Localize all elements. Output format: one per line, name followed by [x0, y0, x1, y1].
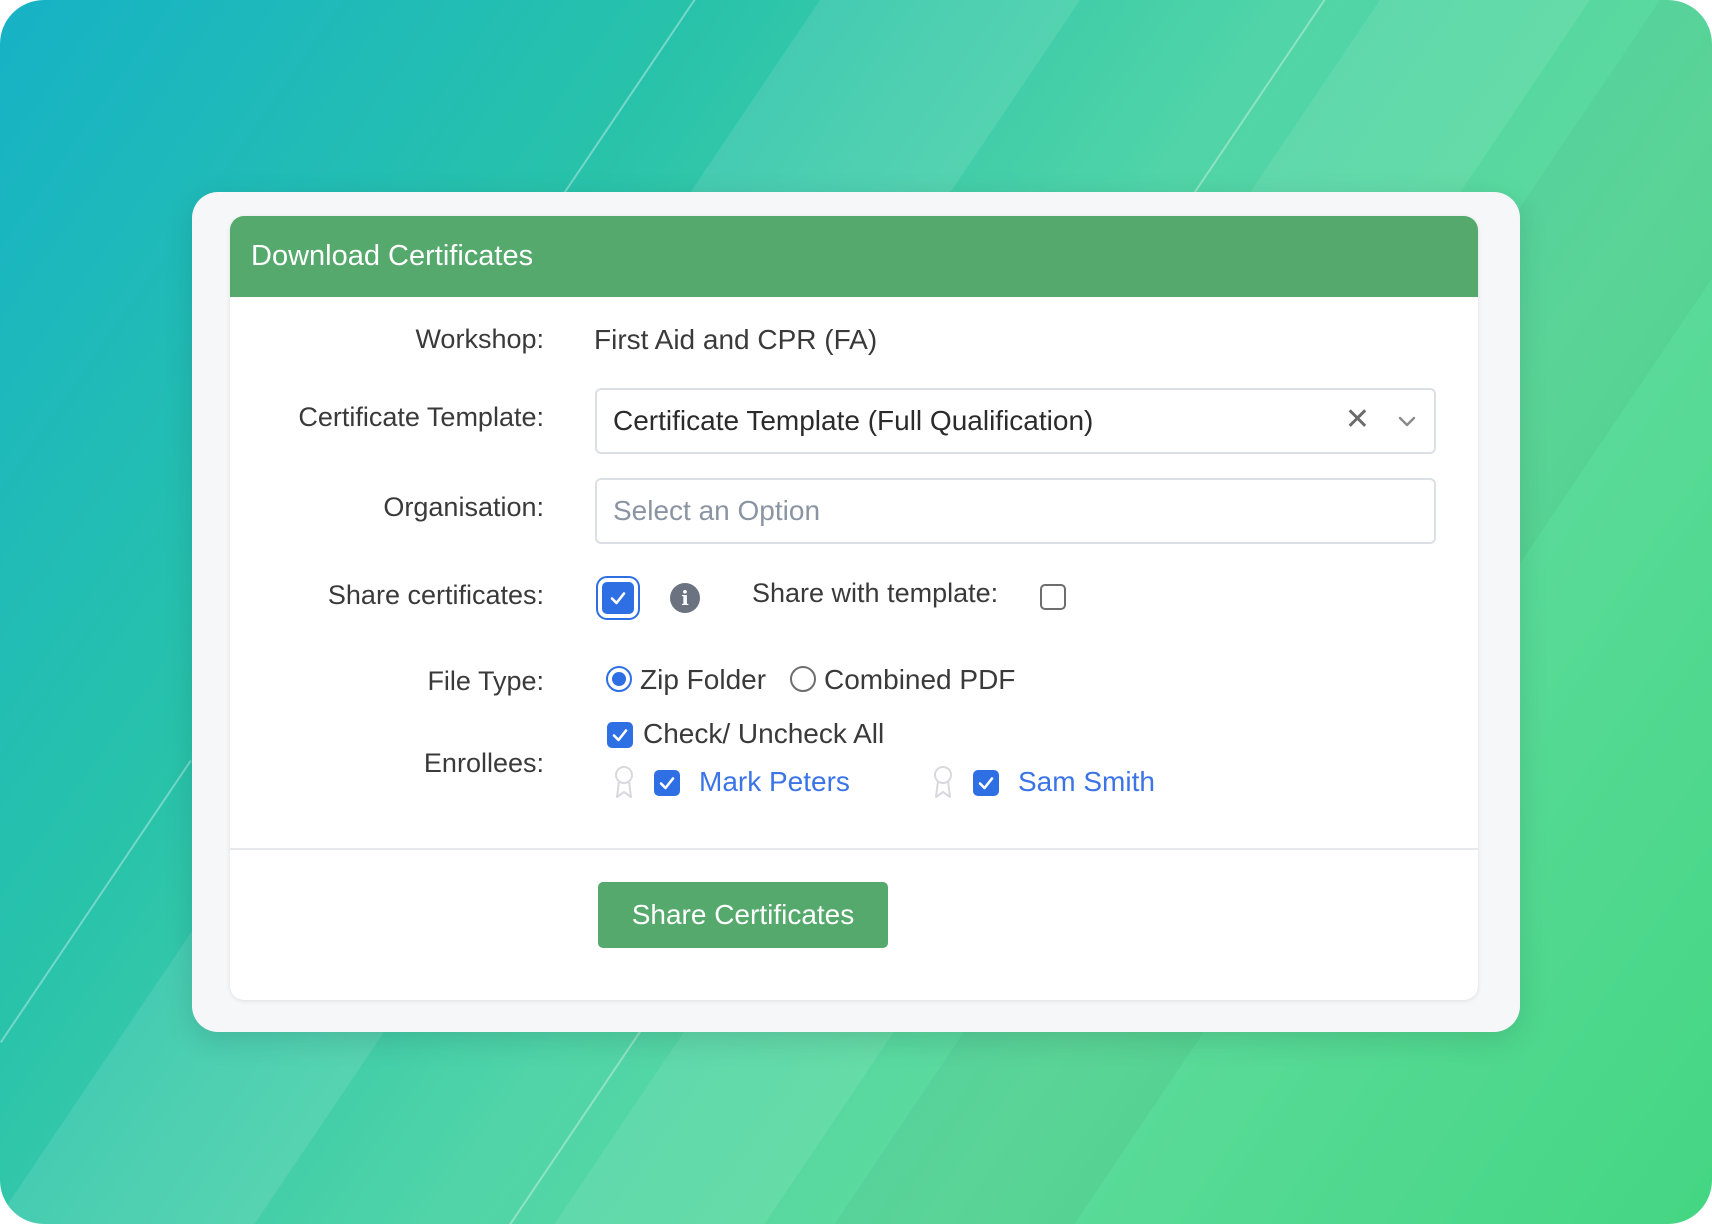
checkmark-icon [978, 777, 994, 790]
share-with-template-checkbox[interactable] [1040, 584, 1066, 610]
footer-divider [230, 848, 1478, 850]
background: Download Certificates Workshop: First Ai… [0, 0, 1712, 1224]
template-select[interactable]: Certificate Template (Full Qualification… [595, 388, 1436, 454]
template-row: Certificate Template: Certificate Templa… [230, 386, 1478, 456]
share-certificates-button[interactable]: Share Certificates [598, 882, 888, 948]
enrollee-link-mark-peters[interactable]: Mark Peters [699, 766, 850, 798]
radio-zip-folder[interactable] [606, 666, 632, 692]
check-all-label[interactable]: Check/ Uncheck All [643, 718, 884, 750]
enrollee-checkbox-sam-smith[interactable] [973, 770, 999, 796]
zip-folder-label[interactable]: Zip Folder [640, 664, 766, 696]
bg-line [554, 0, 702, 207]
organisation-row: Organisation: Select an Option [230, 474, 1478, 544]
enrollee-link-sam-smith[interactable]: Sam Smith [1018, 766, 1155, 798]
organisation-select[interactable]: Select an Option [595, 478, 1436, 544]
combined-pdf-label[interactable]: Combined PDF [824, 664, 1015, 696]
download-certificates-dialog: Download Certificates Workshop: First Ai… [230, 216, 1478, 1000]
radio-combined-pdf[interactable] [790, 666, 816, 692]
template-label: Certificate Template: [298, 402, 544, 432]
share-checkbox[interactable] [602, 582, 634, 614]
info-icon[interactable]: i [670, 583, 700, 613]
template-select-value: Certificate Template (Full Qualification… [613, 405, 1094, 436]
checkmark-icon [659, 777, 675, 790]
check-all-checkbox[interactable] [607, 722, 633, 748]
file-type-label: File Type: [427, 666, 544, 696]
enrollees-row: Enrollees: Check/ Uncheck All Mark Peter… [230, 716, 1478, 836]
checkmark-icon [612, 729, 628, 742]
award-icon [615, 766, 633, 798]
award-icon [934, 766, 952, 798]
chevron-down-icon[interactable] [1396, 410, 1418, 432]
share-label: Share certificates: [327, 580, 544, 610]
enrollee-checkbox-mark-peters[interactable] [654, 770, 680, 796]
clear-icon[interactable]: ✕ [1345, 402, 1370, 437]
file-type-row: File Type: Zip Folder Combined PDF [230, 656, 1478, 706]
organisation-label: Organisation: [383, 492, 544, 522]
dialog-container: Download Certificates Workshop: First Ai… [192, 192, 1520, 1032]
organisation-placeholder: Select an Option [613, 495, 821, 526]
checkmark-icon [610, 592, 626, 605]
share-with-template-label: Share with template: [752, 578, 999, 608]
workshop-label: Workshop: [415, 324, 544, 354]
share-row: Share certificates: i Share with templat… [230, 566, 1478, 626]
enrollees-label: Enrollees: [423, 748, 544, 778]
dialog-title: Download Certificates [230, 216, 1478, 297]
workshop-row: Workshop: First Aid and CPR (FA) [230, 316, 1478, 366]
workshop-value: First Aid and CPR (FA) [594, 324, 878, 355]
